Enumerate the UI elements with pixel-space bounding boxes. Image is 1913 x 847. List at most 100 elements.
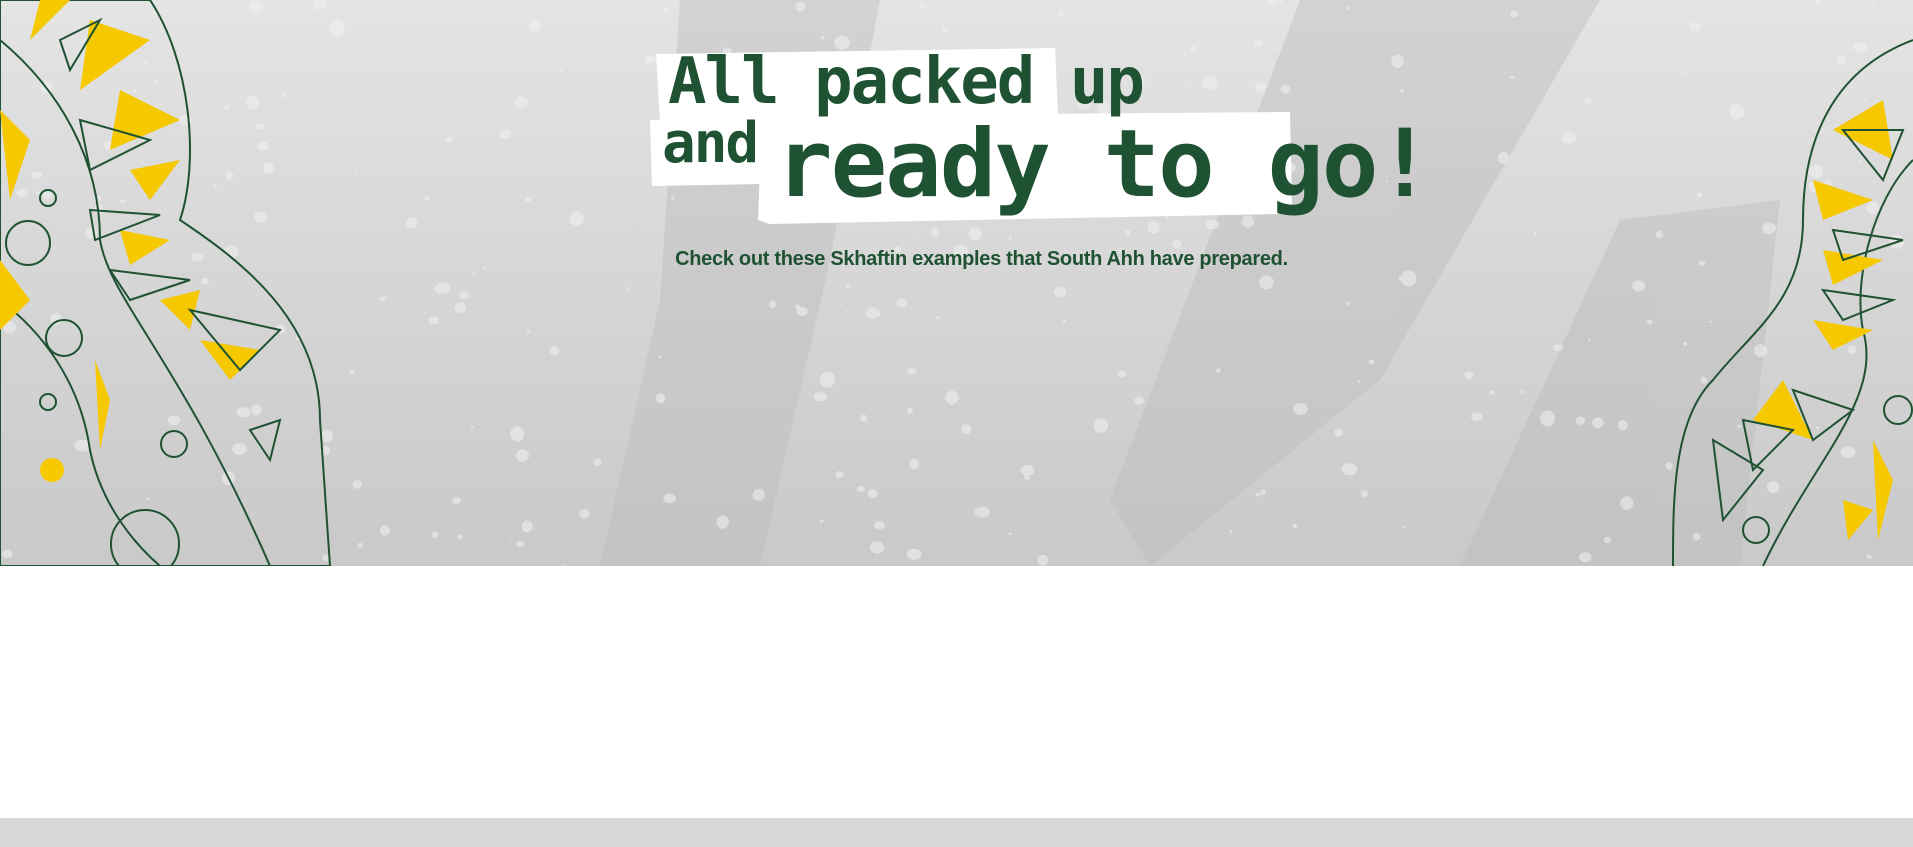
water-droplet	[379, 525, 390, 536]
water-droplet	[549, 346, 560, 355]
water-droplet	[1345, 6, 1350, 10]
water-droplet	[569, 211, 585, 226]
water-droplet	[974, 506, 990, 518]
water-droplet	[1489, 389, 1495, 395]
water-droplet	[1624, 16, 1627, 19]
water-droplet	[515, 449, 529, 462]
water-droplet	[1062, 319, 1067, 323]
water-droplet	[752, 488, 765, 501]
water-droplet	[593, 458, 602, 467]
decorative-pattern-left	[0, 0, 332, 566]
water-droplet	[509, 540, 512, 543]
water-droplet	[526, 329, 531, 334]
water-droplet	[625, 287, 629, 291]
water-droplet	[1260, 489, 1266, 495]
water-droplet	[1400, 88, 1404, 93]
water-droplet	[1037, 554, 1049, 566]
water-droplet	[920, 3, 925, 8]
water-droplet	[1510, 75, 1515, 79]
water-droplet	[514, 96, 529, 108]
water-droplet	[1229, 530, 1233, 533]
water-droplet	[528, 20, 542, 32]
water-droplet	[452, 497, 461, 504]
water-droplet	[663, 7, 669, 14]
water-droplet	[516, 540, 525, 547]
water-droplet	[860, 414, 867, 422]
water-droplet	[846, 285, 850, 289]
water-droplet	[457, 534, 463, 540]
water-droplet	[1008, 532, 1012, 536]
water-droplet	[856, 486, 865, 492]
water-droplet	[405, 217, 418, 229]
water-droplet	[716, 515, 729, 529]
water-droplet	[1497, 151, 1509, 164]
water-droplet	[1401, 270, 1417, 287]
water-droplet	[459, 291, 470, 300]
water-droplet	[846, 309, 849, 313]
water-droplet	[813, 392, 827, 402]
water-droplet	[663, 493, 676, 504]
water-droplet	[896, 298, 908, 308]
water-droplet	[1603, 536, 1612, 544]
water-droplet	[1292, 523, 1298, 529]
water-droplet	[472, 272, 476, 275]
water-droplet	[1250, 3, 1253, 6]
water-droplet	[558, 68, 563, 72]
water-droplet	[907, 367, 917, 375]
water-droplet	[1346, 301, 1350, 306]
water-droplet	[1561, 132, 1577, 144]
water-droplet	[1293, 402, 1308, 416]
water-droplet	[1255, 492, 1261, 497]
water-droplet	[1620, 496, 1634, 510]
water-droplet	[945, 390, 959, 405]
water-droplet	[1510, 10, 1519, 18]
water-droplet	[1134, 397, 1145, 405]
water-droplet	[631, 14, 634, 17]
water-droplet	[1579, 552, 1592, 563]
water-droplet	[794, 304, 801, 309]
water-droplet	[428, 316, 439, 324]
water-droplet	[835, 471, 844, 479]
water-droplet	[564, 115, 567, 118]
water-droplet	[1617, 419, 1628, 431]
water-droplet	[873, 521, 886, 530]
water-droplet	[1575, 416, 1586, 425]
water-droplet	[1402, 526, 1405, 529]
water-droplet	[1592, 417, 1604, 429]
water-droplet	[510, 426, 525, 442]
water-droplet	[1333, 429, 1343, 437]
water-droplet	[498, 129, 512, 139]
water-droplet	[768, 300, 777, 309]
water-droplet	[1093, 418, 1109, 433]
water-droplet	[819, 371, 835, 388]
water-droplet	[1259, 275, 1274, 290]
water-droplet	[906, 548, 922, 560]
water-droplet	[1357, 379, 1361, 383]
water-droplet	[655, 393, 666, 404]
water-droplet	[961, 424, 972, 435]
hero-title: All packed up and ready to go!	[650, 46, 1433, 236]
water-droplet	[1117, 370, 1127, 378]
water-droplet	[1553, 344, 1563, 352]
water-droplet	[1268, 0, 1277, 6]
water-droplet	[579, 509, 590, 519]
water-droplet	[867, 489, 878, 499]
hero-banner: All packed up and ready to go! Check out…	[0, 0, 1913, 566]
water-droplet	[1588, 338, 1591, 342]
footer-strip	[0, 818, 1913, 847]
water-droplet	[1464, 371, 1474, 380]
decorative-pattern-right	[1672, 39, 1913, 566]
water-droplet	[1020, 465, 1035, 476]
water-droplet	[379, 296, 386, 302]
water-droplet	[909, 458, 920, 470]
water-droplet	[865, 307, 881, 319]
water-droplet	[434, 282, 451, 294]
water-droplet	[1053, 286, 1067, 298]
water-droplet	[869, 541, 885, 554]
water-droplet	[1368, 359, 1375, 365]
title-line-2: and	[662, 111, 759, 176]
hero-subtitle: Check out these Skhaftin examples that S…	[675, 248, 1288, 270]
water-droplet	[795, 1, 806, 12]
water-droplet	[424, 196, 430, 201]
water-droplet	[1341, 463, 1358, 476]
